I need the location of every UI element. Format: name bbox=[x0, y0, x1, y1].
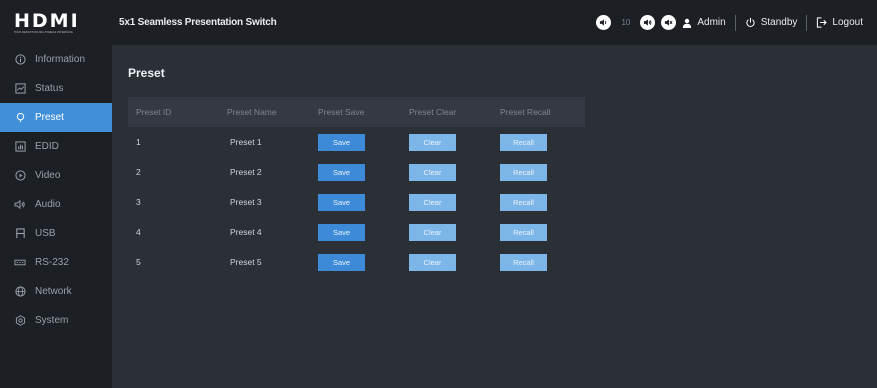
standby-label: Standby bbox=[760, 17, 798, 28]
sidebar-item-label: Preset bbox=[35, 112, 64, 123]
sidebar-item-network[interactable]: Network bbox=[0, 277, 112, 306]
sidebar-item-edid[interactable]: EDID bbox=[0, 132, 112, 161]
logout-icon bbox=[817, 17, 828, 28]
admin-label: Admin bbox=[697, 17, 726, 28]
clear-button[interactable]: Clear bbox=[409, 193, 456, 211]
volume-down-icon[interactable] bbox=[596, 15, 612, 30]
sidebar-item-label: Video bbox=[35, 170, 61, 181]
volume-up-icon[interactable] bbox=[640, 15, 656, 30]
sidebar-item-label: System bbox=[35, 315, 69, 326]
volume-level: 10 bbox=[621, 18, 631, 27]
edid-icon bbox=[14, 141, 26, 153]
table-row: 3 Preset 3 Save Clear Recall bbox=[128, 187, 585, 217]
recall-button[interactable]: Recall bbox=[500, 223, 547, 241]
preset-id: 2 bbox=[136, 167, 141, 177]
logout-button[interactable]: Logout bbox=[816, 17, 863, 28]
hdmi-logo: HDMI HIGH-DEFINITION MULTIMEDIA INTERFAC… bbox=[0, 0, 112, 45]
sidebar-item-label: USB bbox=[35, 228, 56, 239]
save-button[interactable]: Save bbox=[318, 253, 365, 271]
preset-name: Preset 5 bbox=[230, 257, 262, 267]
power-icon bbox=[746, 17, 755, 27]
logo-subtitle: HIGH-DEFINITION MULTIMEDIA INTERFACE bbox=[14, 30, 73, 34]
rs232-icon bbox=[14, 257, 26, 269]
product-name: 5x1 Seamless Presentation Switch bbox=[119, 17, 277, 28]
standby-button[interactable]: Standby bbox=[745, 17, 798, 28]
table-row: 5 Preset 5 Save Clear Recall bbox=[128, 247, 585, 277]
admin-user[interactable]: Admin bbox=[682, 17, 726, 28]
preset-name: Preset 4 bbox=[230, 227, 262, 237]
recall-button[interactable]: Recall bbox=[500, 253, 547, 271]
preset-name: Preset 3 bbox=[230, 197, 262, 207]
save-button[interactable]: Save bbox=[318, 133, 365, 151]
info-icon bbox=[14, 54, 26, 66]
sidebar-item-audio[interactable]: Audio bbox=[0, 190, 112, 219]
preset-id: 1 bbox=[136, 137, 141, 147]
sidebar-item-preset[interactable]: Preset bbox=[0, 103, 112, 132]
column-header-preset-clear: Preset Clear bbox=[409, 107, 457, 117]
top-bar-controls: 10 Admin Standby Logout bbox=[596, 0, 863, 45]
sidebar-item-label: Status bbox=[35, 83, 64, 94]
column-header-preset-id: Preset ID bbox=[136, 107, 172, 117]
preset-name: Preset 1 bbox=[230, 137, 262, 147]
sidebar-item-system[interactable]: System bbox=[0, 306, 112, 335]
sidebar-item-label: EDID bbox=[35, 141, 59, 152]
sidebar-item-status[interactable]: Status bbox=[0, 74, 112, 103]
network-icon bbox=[14, 286, 26, 298]
recall-button[interactable]: Recall bbox=[500, 163, 547, 181]
table-header: Preset ID Preset Name Preset Save Preset… bbox=[128, 97, 585, 127]
system-icon bbox=[14, 315, 26, 327]
preset-id: 3 bbox=[136, 197, 141, 207]
sidebar-item-label: Audio bbox=[35, 199, 61, 210]
sidebar-item-rs232[interactable]: RS-232 bbox=[0, 248, 112, 277]
table-row: 4 Preset 4 Save Clear Recall bbox=[128, 217, 585, 247]
sidebar-item-video[interactable]: Video bbox=[0, 161, 112, 190]
save-button[interactable]: Save bbox=[318, 223, 365, 241]
user-icon bbox=[683, 18, 692, 28]
divider bbox=[734, 14, 736, 31]
status-icon bbox=[14, 83, 26, 95]
sidebar-item-information[interactable]: Information bbox=[0, 45, 112, 74]
mute-icon[interactable] bbox=[661, 15, 677, 30]
sidebar-item-label: RS-232 bbox=[35, 257, 69, 268]
sidebar-item-label: Network bbox=[35, 286, 72, 297]
preset-id: 4 bbox=[136, 227, 141, 237]
main-content: Preset Preset ID Preset Name Preset Save… bbox=[112, 45, 877, 388]
clear-button[interactable]: Clear bbox=[409, 133, 456, 151]
column-header-preset-save: Preset Save bbox=[318, 107, 365, 117]
preset-id: 5 bbox=[136, 257, 141, 267]
clear-button[interactable]: Clear bbox=[409, 163, 456, 181]
clear-button[interactable]: Clear bbox=[409, 253, 456, 271]
audio-icon bbox=[14, 199, 26, 211]
video-icon bbox=[14, 170, 26, 182]
sidebar-item-usb[interactable]: USB bbox=[0, 219, 112, 248]
top-bar: 5x1 Seamless Presentation Switch 10 Admi… bbox=[112, 0, 877, 45]
divider bbox=[806, 14, 808, 31]
preset-name: Preset 2 bbox=[230, 167, 262, 177]
sidebar-nav: Information Status Preset EDID Video Aud… bbox=[0, 45, 112, 335]
usb-icon bbox=[14, 228, 26, 240]
recall-button[interactable]: Recall bbox=[500, 193, 547, 211]
logo-text: HDMI bbox=[14, 9, 80, 32]
page-title: Preset bbox=[128, 66, 165, 80]
sidebar: HDMI HIGH-DEFINITION MULTIMEDIA INTERFAC… bbox=[0, 0, 112, 388]
sidebar-item-label: Information bbox=[35, 54, 86, 65]
save-button[interactable]: Save bbox=[318, 163, 365, 181]
table-row: 2 Preset 2 Save Clear Recall bbox=[128, 157, 585, 187]
clear-button[interactable]: Clear bbox=[409, 223, 456, 241]
column-header-preset-name: Preset Name bbox=[227, 107, 277, 117]
preset-icon bbox=[14, 112, 26, 124]
preset-table: Preset ID Preset Name Preset Save Preset… bbox=[128, 97, 585, 277]
save-button[interactable]: Save bbox=[318, 193, 365, 211]
column-header-preset-recall: Preset Recall bbox=[500, 107, 551, 117]
logout-label: Logout bbox=[832, 17, 863, 28]
recall-button[interactable]: Recall bbox=[500, 133, 547, 151]
table-row: 1 Preset 1 Save Clear Recall bbox=[128, 127, 585, 157]
